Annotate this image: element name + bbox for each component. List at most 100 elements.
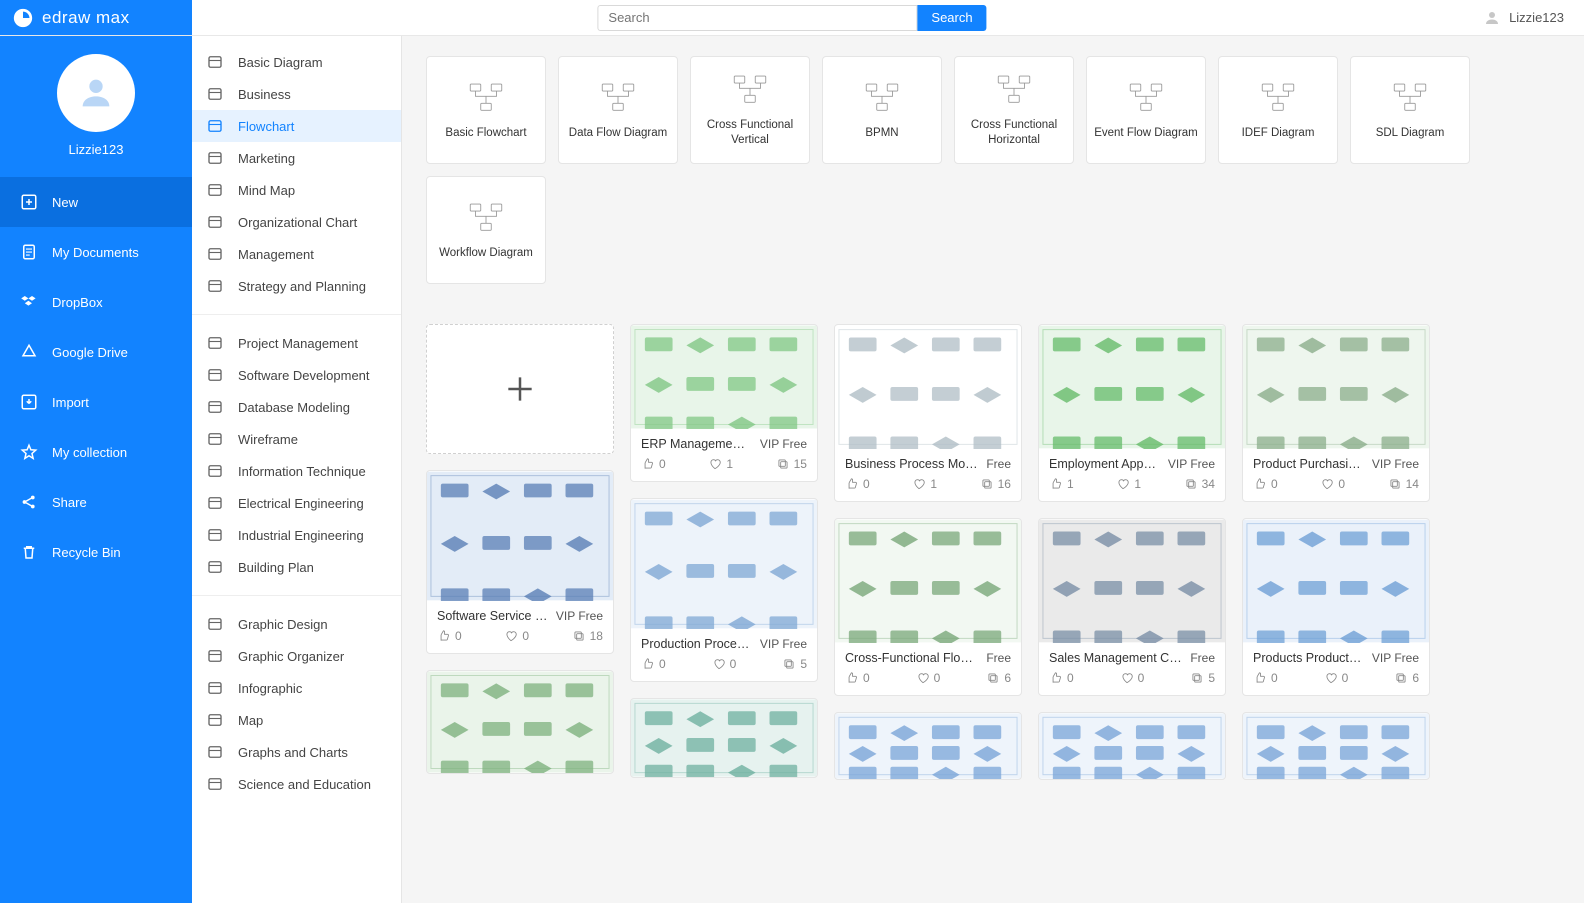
template-favs[interactable]: 0 bbox=[1320, 477, 1345, 491]
template-favs[interactable]: 0 bbox=[504, 629, 529, 643]
subcategory-icon bbox=[861, 80, 903, 116]
category-item-database-modeling[interactable]: Database Modeling bbox=[192, 391, 401, 423]
template-card[interactable]: Software Service … VIP Free 0 0 18 bbox=[426, 470, 614, 654]
template-copies[interactable]: 5 bbox=[1190, 671, 1215, 685]
rail-item-recycle-bin[interactable]: Recycle Bin bbox=[0, 527, 192, 577]
template-favs[interactable]: 0 bbox=[916, 671, 941, 685]
template-card[interactable]: Employment App… VIP Free 1 1 34 bbox=[1038, 324, 1226, 502]
subcategory-cross-functional-vertical[interactable]: Cross Functional Vertical bbox=[690, 56, 810, 164]
template-badge: VIP Free bbox=[760, 637, 807, 651]
search-button[interactable]: Search bbox=[917, 5, 986, 31]
profile-name: Lizzie123 bbox=[69, 142, 124, 157]
category-item-strategy-and-planning[interactable]: Strategy and Planning bbox=[192, 270, 401, 302]
template-favs[interactable]: 1 bbox=[1116, 477, 1141, 491]
subcategory-bpmn[interactable]: BPMN bbox=[822, 56, 942, 164]
rail-item-share[interactable]: Share bbox=[0, 477, 192, 527]
subcategory-basic-flowchart[interactable]: Basic Flowchart bbox=[426, 56, 546, 164]
template-copies[interactable]: 6 bbox=[1394, 671, 1419, 685]
search-input[interactable] bbox=[597, 5, 917, 31]
category-item-graphic-organizer[interactable]: Graphic Organizer bbox=[192, 640, 401, 672]
category-item-organizational-chart[interactable]: Organizational Chart bbox=[192, 206, 401, 238]
category-item-graphic-design[interactable]: Graphic Design bbox=[192, 608, 401, 640]
template-favs[interactable]: 1 bbox=[708, 457, 733, 471]
category-label: Science and Education bbox=[238, 777, 371, 792]
template-copies[interactable]: 16 bbox=[980, 477, 1011, 491]
heart-icon bbox=[912, 477, 926, 491]
template-badge: VIP Free bbox=[760, 437, 807, 451]
rail-item-dropbox[interactable]: DropBox bbox=[0, 277, 192, 327]
category-label: Project Management bbox=[238, 336, 358, 351]
template-likes[interactable]: 0 bbox=[845, 671, 870, 685]
template-likes[interactable]: 0 bbox=[641, 457, 666, 471]
template-copies[interactable]: 34 bbox=[1184, 477, 1215, 491]
category-item-graphs-and-charts[interactable]: Graphs and Charts bbox=[192, 736, 401, 768]
template-favs[interactable]: 0 bbox=[712, 657, 737, 671]
template-likes[interactable]: 1 bbox=[1049, 477, 1074, 491]
template-likes[interactable]: 0 bbox=[437, 629, 462, 643]
category-icon bbox=[206, 398, 224, 416]
template-stats: 0 0 5 bbox=[1049, 671, 1215, 685]
rail-item-import[interactable]: Import bbox=[0, 377, 192, 427]
template-likes[interactable]: 0 bbox=[845, 477, 870, 491]
template-card[interactable]: Sales Management C… Free 0 0 5 bbox=[1038, 518, 1226, 696]
template-card[interactable] bbox=[834, 712, 1022, 780]
rail-item-new[interactable]: New bbox=[0, 177, 192, 227]
category-item-management[interactable]: Management bbox=[192, 238, 401, 270]
template-badge: VIP Free bbox=[1372, 457, 1419, 471]
rail-item-my-documents[interactable]: My Documents bbox=[0, 227, 192, 277]
template-card[interactable]: Production Proce… VIP Free 0 0 5 bbox=[630, 498, 818, 682]
template-card[interactable]: Products Producti… VIP Free 0 0 6 bbox=[1242, 518, 1430, 696]
category-item-marketing[interactable]: Marketing bbox=[192, 142, 401, 174]
rail-item-my-collection[interactable]: My collection bbox=[0, 427, 192, 477]
category-item-wireframe[interactable]: Wireframe bbox=[192, 423, 401, 455]
template-likes[interactable]: 0 bbox=[1253, 477, 1278, 491]
heart-icon bbox=[916, 671, 930, 685]
category-item-basic-diagram[interactable]: Basic Diagram bbox=[192, 46, 401, 78]
subcategory-workflow-diagram[interactable]: Workflow Diagram bbox=[426, 176, 546, 284]
template-likes[interactable]: 0 bbox=[1253, 671, 1278, 685]
rail-item-google-drive[interactable]: Google Drive bbox=[0, 327, 192, 377]
category-item-business[interactable]: Business bbox=[192, 78, 401, 110]
category-item-software-development[interactable]: Software Development bbox=[192, 359, 401, 391]
template-likes[interactable]: 0 bbox=[1049, 671, 1074, 685]
subcategory-data-flow-diagram[interactable]: Data Flow Diagram bbox=[558, 56, 678, 164]
category-item-information-technique[interactable]: Information Technique bbox=[192, 455, 401, 487]
subcategory-cross-functional-horizontal[interactable]: Cross Functional Horizontal bbox=[954, 56, 1074, 164]
template-card[interactable]: Business Process Mo… Free 0 1 16 bbox=[834, 324, 1022, 502]
category-item-flowchart[interactable]: Flowchart bbox=[192, 110, 401, 142]
template-copies[interactable]: 5 bbox=[782, 657, 807, 671]
template-copies[interactable]: 18 bbox=[572, 629, 603, 643]
template-card[interactable] bbox=[630, 698, 818, 778]
template-meta: ERP Managemen… VIP Free 0 1 15 bbox=[631, 429, 817, 481]
template-favs[interactable]: 0 bbox=[1120, 671, 1145, 685]
category-item-infographic[interactable]: Infographic bbox=[192, 672, 401, 704]
template-favs[interactable]: 1 bbox=[912, 477, 937, 491]
category-item-electrical-engineering[interactable]: Electrical Engineering bbox=[192, 487, 401, 519]
category-item-mind-map[interactable]: Mind Map bbox=[192, 174, 401, 206]
template-likes[interactable]: 0 bbox=[641, 657, 666, 671]
template-copies[interactable]: 14 bbox=[1388, 477, 1419, 491]
subcategory-sdl-diagram[interactable]: SDL Diagram bbox=[1350, 56, 1470, 164]
template-new[interactable] bbox=[426, 324, 614, 454]
category-item-project-management[interactable]: Project Management bbox=[192, 327, 401, 359]
template-card[interactable] bbox=[426, 670, 614, 774]
template-column: Software Service … VIP Free 0 0 18 bbox=[426, 324, 614, 774]
template-copies[interactable]: 6 bbox=[986, 671, 1011, 685]
template-card[interactable] bbox=[1242, 712, 1430, 780]
subcategory-idef-diagram[interactable]: IDEF Diagram bbox=[1218, 56, 1338, 164]
template-card[interactable] bbox=[1038, 712, 1226, 780]
user-area[interactable]: Lizzie123 bbox=[1483, 9, 1584, 27]
category-item-map[interactable]: Map bbox=[192, 704, 401, 736]
category-label: Basic Diagram bbox=[238, 55, 323, 70]
subcategory-event-flow-diagram[interactable]: Event Flow Diagram bbox=[1086, 56, 1206, 164]
avatar[interactable] bbox=[57, 54, 135, 132]
template-copies[interactable]: 15 bbox=[776, 457, 807, 471]
category-item-industrial-engineering[interactable]: Industrial Engineering bbox=[192, 519, 401, 551]
template-card[interactable]: Product Purchasi… VIP Free 0 0 14 bbox=[1242, 324, 1430, 502]
trash-icon bbox=[20, 543, 38, 561]
template-card[interactable]: Cross-Functional Flo… Free 0 0 6 bbox=[834, 518, 1022, 696]
category-item-building-plan[interactable]: Building Plan bbox=[192, 551, 401, 583]
category-item-science-and-education[interactable]: Science and Education bbox=[192, 768, 401, 800]
template-favs[interactable]: 0 bbox=[1324, 671, 1349, 685]
template-card[interactable]: ERP Managemen… VIP Free 0 1 15 bbox=[630, 324, 818, 482]
